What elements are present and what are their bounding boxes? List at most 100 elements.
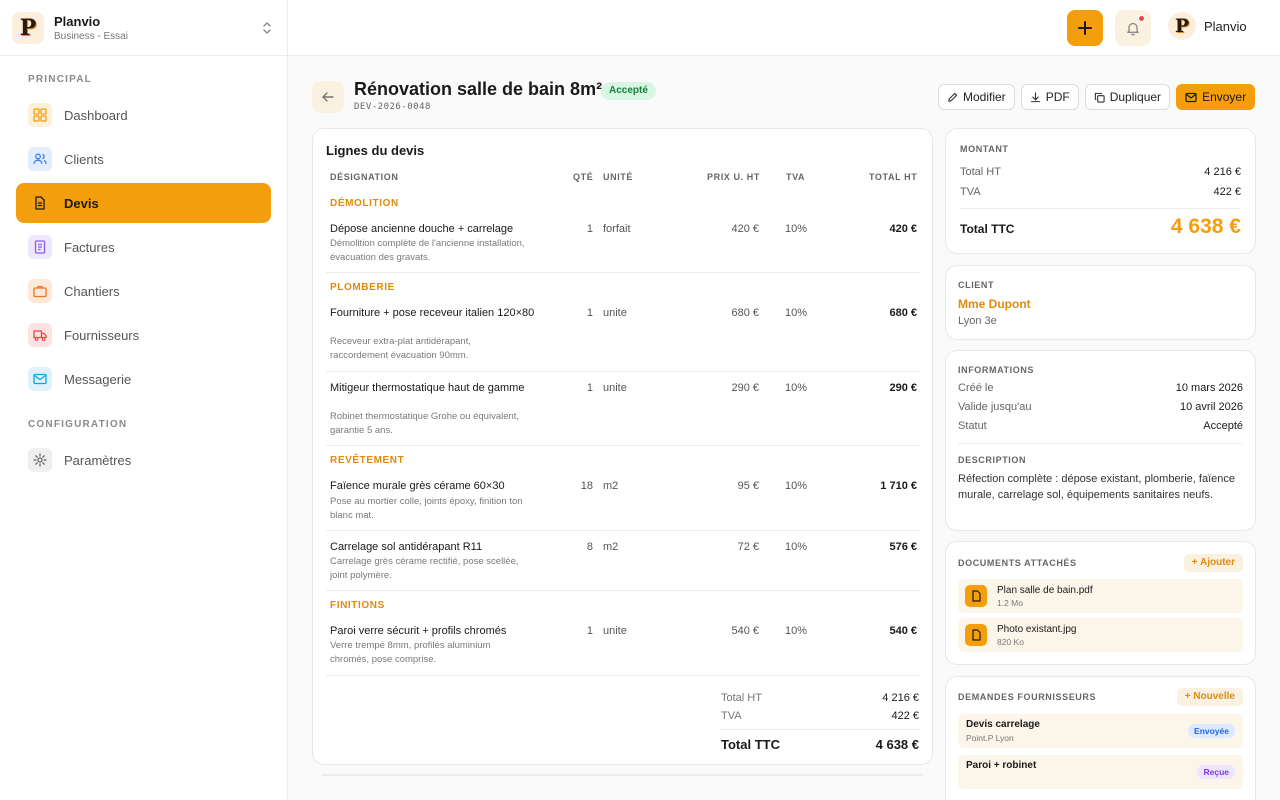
section-title: REVÊTEMENT	[330, 455, 405, 466]
sidebar-item-label: Devis	[64, 195, 99, 211]
user-menu[interactable]: P Planvio	[1168, 12, 1247, 40]
sidebar-item-clients[interactable]: Clients	[16, 139, 271, 179]
line-description: Carrelage grès cérame rectifié, pose sce…	[330, 556, 519, 581]
chevron-up-down-icon	[263, 21, 271, 34]
sidebar-item-label: Chantiers	[64, 283, 120, 299]
page-title: Rénovation salle de bain 8m²	[354, 79, 603, 99]
back-button[interactable]	[312, 81, 344, 113]
divider	[326, 371, 920, 372]
amount-ht-label: Total HT	[960, 166, 1001, 178]
sidebar-item-fournisseurs[interactable]: Fournisseurs	[16, 315, 271, 355]
column-header-qty: QTÉ	[573, 172, 594, 182]
quick-add-button[interactable]	[1067, 10, 1103, 46]
request-name: Devis carrelage	[966, 719, 1040, 730]
info-card: INFORMATIONS Créé le 10 mars 2026 Valide…	[945, 350, 1256, 531]
amount-ttc-value: 4 638 €	[1170, 215, 1241, 238]
line-description: Receveur extra-plat antidérapant, raccor…	[330, 336, 471, 361]
document-name: Photo existant.jpg	[997, 624, 1077, 635]
line-title: Dépose ancienne douche + carrelage	[330, 223, 514, 235]
line-description: Pose au mortier colle, joints époxy, fin…	[330, 496, 523, 521]
sidebar-item-label: Clients	[64, 151, 104, 167]
section-title: FINITIONS	[330, 600, 385, 611]
send-button[interactable]: Envoyer	[1176, 84, 1256, 110]
bell-icon	[1127, 22, 1139, 36]
line-total: 420 €	[889, 223, 917, 235]
header-actions: Modifier PDF Dupliquer Envoyer	[938, 84, 1256, 110]
notifications-button[interactable]	[1115, 10, 1151, 46]
line-qty: 1	[586, 307, 593, 319]
nav-section-configuration: CONFIGURATION	[28, 419, 128, 430]
line-price: 680 €	[731, 307, 759, 319]
line-unit: m2	[603, 541, 619, 553]
dashboard-icon	[28, 103, 52, 127]
new-request-button[interactable]: + Nouvelle	[1176, 688, 1243, 706]
supplier-request-item[interactable]: Paroi + robinet Reçue	[958, 755, 1243, 789]
supplier-request-item[interactable]: Devis carrelage Point.P Lyon Envoyée	[958, 714, 1243, 748]
line-price: 290 €	[731, 382, 759, 394]
document-item[interactable]: Photo existant.jpg 820 Ko	[958, 618, 1243, 652]
duplicate-button[interactable]: Dupliquer	[1084, 84, 1171, 110]
edit-button[interactable]: Modifier	[938, 84, 1015, 110]
workspace-switcher[interactable]: P Planvio Business - Essai	[0, 0, 287, 56]
horizontal-scroll-track[interactable]	[322, 774, 923, 776]
divider	[326, 675, 920, 676]
summary-ttc-value: 4 638 €	[875, 737, 919, 752]
users-icon	[28, 147, 52, 171]
invoice-icon	[28, 235, 52, 259]
sidebar-item-chantiers[interactable]: Chantiers	[16, 271, 271, 311]
brand-logo: P	[12, 11, 44, 44]
brand-name: Planvio	[54, 13, 101, 29]
pencil-icon	[948, 92, 958, 102]
nav-section-principal: PRINCIPAL	[28, 74, 92, 85]
sidebar-item-label: Messagerie	[64, 371, 132, 387]
line-vat: 10%	[785, 223, 808, 235]
valid-label: Valide jusqu'au	[958, 401, 1032, 413]
sidebar-item-dashboard[interactable]: Dashboard	[16, 95, 271, 135]
summary-ht-value: 4 216 €	[882, 692, 919, 704]
summary-ttc-label: Total TTC	[721, 737, 780, 752]
sidebar-item-label: Fournisseurs	[64, 327, 140, 343]
sidebar-item-messagerie[interactable]: Messagerie	[16, 359, 271, 399]
amount-card: MONTANT Total HT 4 216 € TVA 422 € Total…	[945, 128, 1256, 254]
document-name: Plan salle de bain.pdf	[997, 585, 1093, 596]
file-icon	[965, 624, 987, 646]
line-total: 290 €	[889, 382, 917, 394]
documents-card: DOCUMENTS ATTACHÉS + Ajouter Plan salle …	[945, 541, 1256, 665]
amount-ttc-label: Total TTC	[960, 222, 1015, 236]
line-title: Paroi verre sécurit + profils chromés	[330, 625, 507, 637]
requests-label: DEMANDES FOURNISSEURS	[958, 692, 1097, 702]
line-total: 576 €	[889, 541, 917, 553]
divider	[326, 272, 920, 273]
client-card: CLIENT Mme Dupont Lyon 3e	[945, 265, 1256, 340]
divider	[960, 208, 1241, 209]
divider	[721, 729, 919, 730]
line-description: Verre trempé 8mm, profilés aluminium chr…	[330, 640, 491, 665]
column-header-price: PRIX U. HT	[707, 172, 761, 182]
summary-ht-label: Total HT	[721, 692, 762, 704]
client-city: Lyon 3e	[958, 315, 997, 327]
file-icon	[965, 585, 987, 607]
download-icon	[1030, 91, 1040, 102]
nav-principal: Dashboard Clients Devis Factures Chantie…	[0, 95, 287, 399]
description-label: DESCRIPTION	[958, 455, 1027, 465]
sidebar-item-factures[interactable]: Factures	[16, 227, 271, 267]
pdf-button[interactable]: PDF	[1020, 84, 1079, 110]
line-vat: 10%	[785, 625, 808, 637]
line-unit: unite	[603, 382, 627, 394]
document-size: 820 Ko	[997, 637, 1024, 647]
line-vat: 10%	[785, 307, 808, 319]
pdf-button-label: PDF	[1045, 90, 1070, 104]
nav-configuration: Paramètres	[0, 440, 287, 480]
line-price: 72 €	[737, 541, 759, 553]
sidebar-item-parametres[interactable]: Paramètres	[16, 440, 271, 480]
divider	[958, 443, 1243, 444]
document-item[interactable]: Plan salle de bain.pdf 1.2 Mo	[958, 579, 1243, 613]
line-qty: 8	[586, 541, 593, 553]
line-qty: 1	[586, 625, 593, 637]
add-document-button[interactable]: + Ajouter	[1183, 554, 1243, 572]
status-badge: Accepté	[601, 82, 656, 100]
client-name-link[interactable]: Mme Dupont	[958, 297, 1031, 311]
status-label: Statut	[958, 420, 987, 432]
created-label: Créé le	[958, 382, 994, 394]
sidebar-item-devis[interactable]: Devis	[16, 183, 271, 223]
